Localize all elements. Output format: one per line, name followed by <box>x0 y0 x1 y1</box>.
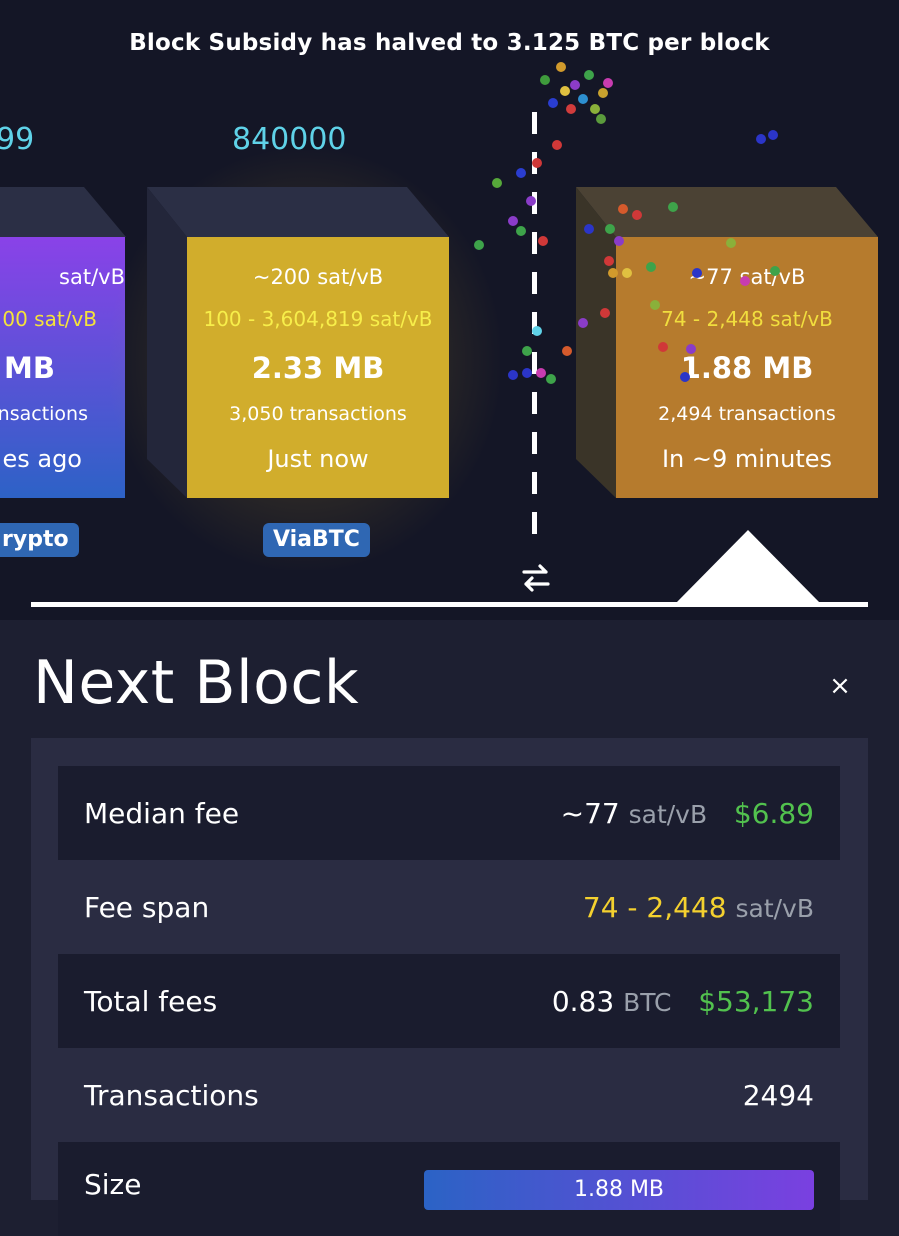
block-prev-fee-range: 00 sat/vB <box>2 307 97 331</box>
swap-arrows-icon[interactable] <box>520 562 552 594</box>
total-fees-usd: $53,173 <box>698 984 814 1018</box>
median-fee-usd: $6.89 <box>733 796 814 830</box>
block-next-fee-range: 74 - 2,448 sat/vB <box>661 307 833 331</box>
block-prev-size: MB <box>4 351 55 385</box>
table-row-median-fee: Median fee ~77 sat/vB $6.89 <box>58 766 840 860</box>
transactions-label: Transactions <box>84 1078 259 1112</box>
block-height-prev[interactable]: 99 <box>0 122 34 157</box>
block-prev-time: es ago <box>2 445 82 473</box>
block-current-median-fee: ~200 sat/vB <box>252 265 384 289</box>
total-fees-unit: BTC <box>623 987 672 1017</box>
block-prev-tx-count: nsactions <box>0 403 88 425</box>
median-fee-label: Median fee <box>84 796 240 830</box>
size-label: Size <box>84 1168 142 1201</box>
blockchain-visualization: Block Subsidy has halved to 3.125 BTC pe… <box>0 0 899 620</box>
block-next-tx-count: 2,494 transactions <box>658 403 836 425</box>
fee-span-unit: sat/vB <box>735 893 814 923</box>
selected-block-pointer <box>675 530 821 604</box>
block-next-time: In ~9 minutes <box>661 445 833 473</box>
block-current-face: ~200 sat/vB 100 - 3,604,819 sat/vB 2.33 … <box>187 237 449 498</box>
median-fee-value: ~77 <box>560 796 620 830</box>
median-fee-value-group: ~77 sat/vB $6.89 <box>561 797 814 830</box>
fee-span-value-group: 74 - 2,448 sat/vB <box>583 891 814 924</box>
fee-span-label: Fee span <box>84 890 210 924</box>
block-current-size: 2.33 MB <box>251 351 385 385</box>
block-current-tx-count: 3,050 transactions <box>229 403 407 425</box>
table-row-size: Size 1.88 MB <box>58 1142 840 1236</box>
total-fees-label: Total fees <box>84 984 218 1018</box>
table-row-fee-span: Fee span 74 - 2,448 sat/vB <box>58 860 840 954</box>
total-fees-value: 0.83 <box>551 984 615 1018</box>
panel-title: Next Block <box>33 648 360 718</box>
table-row-transactions: Transactions 2494 <box>58 1048 840 1142</box>
block-current-time: Just now <box>267 445 369 473</box>
block-prev-face: sat/vB 00 sat/vB MB nsactions es ago <box>0 237 125 498</box>
block-prev-median-fee: sat/vB <box>59 265 125 289</box>
total-fees-value-group: 0.83 BTC $53,173 <box>552 985 814 1018</box>
timeline-baseline <box>31 602 868 607</box>
pool-badge-current[interactable]: ViaBTC <box>263 523 370 557</box>
halving-banner: Block Subsidy has halved to 3.125 BTC pe… <box>129 30 770 56</box>
size-bar: 1.88 MB <box>424 1170 814 1210</box>
block-height-current[interactable]: 840000 <box>232 122 347 157</box>
block-details-table: Median fee ~77 sat/vB $6.89 Fee span 74 … <box>31 738 868 1236</box>
median-fee-unit: sat/vB <box>628 799 708 829</box>
block-current-fee-range: 100 - 3,604,819 sat/vB <box>203 307 433 331</box>
close-icon[interactable]: × <box>826 672 854 700</box>
transactions-value: 2494 <box>742 1078 814 1112</box>
fee-span-value: 74 - 2,448 <box>582 890 727 924</box>
pool-badge-prev[interactable]: rypto <box>0 523 79 557</box>
block-next-size: 1.88 MB <box>680 351 814 385</box>
table-row-total-fees: Total fees 0.83 BTC $53,173 <box>58 954 840 1048</box>
